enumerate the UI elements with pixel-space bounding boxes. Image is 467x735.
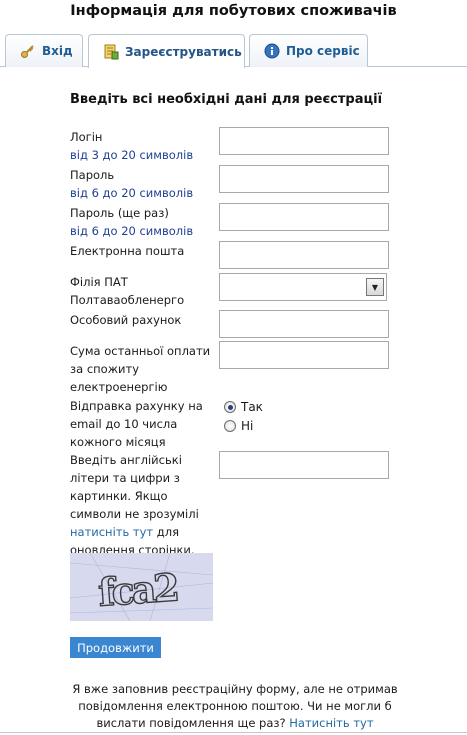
captcha-label-line5: натисніть тут для	[70, 523, 199, 541]
captcha-text: fca2	[97, 564, 179, 614]
resend-note-line3: вислати повідомлення ще раз? Натисніть т…	[60, 715, 410, 732]
form-heading: Введіть всі необхідні дані для реєстраці…	[70, 92, 383, 107]
resend-note-line1: Я вже заповнив реєстраційну форму, але н…	[72, 682, 398, 696]
tab-login[interactable]: Вхід	[5, 34, 83, 67]
tab-register-label: Зареєструватись	[125, 44, 242, 59]
radio-yes[interactable]	[224, 401, 236, 413]
tab-bar: Вхід Зареєструватись Про сервіс	[0, 34, 467, 68]
captcha-label-line3: картинки. Якщо	[70, 489, 168, 503]
resend-note-line2: повідомлення електронною поштою. Чи не м…	[78, 699, 392, 713]
info-icon	[264, 43, 280, 59]
password-repeat-label-block: Пароль (ще раз) від 6 до 20 символів	[70, 204, 193, 240]
branch-select[interactable]: ▼	[219, 273, 387, 301]
tab-register[interactable]: Зареєструватись	[88, 34, 245, 68]
email-bill-label-block: Відправка рахунку на email до 10 числа к…	[70, 397, 203, 451]
last-payment-label-line1: Сума останньої оплати	[70, 344, 211, 358]
email-bill-label-line3: кожного місяця	[70, 435, 166, 449]
login-label-block: Логін від 3 до 20 символів	[70, 128, 193, 164]
resend-link[interactable]: Натисніть тут	[289, 716, 373, 730]
account-label: Особовий рахунок	[70, 313, 182, 327]
password-hint: від 6 до 20 символів	[70, 186, 194, 200]
email-input[interactable]	[219, 241, 389, 269]
account-input[interactable]	[219, 310, 389, 338]
tab-about-label: Про сервіс	[286, 44, 360, 58]
captcha-label-block: Введіть англійські літери та цифри з кар…	[70, 451, 199, 559]
login-hint: від 3 до 20 символів	[70, 148, 194, 162]
submit-button[interactable]: Продовжити	[70, 637, 161, 658]
dropdown-arrow-icon[interactable]: ▼	[366, 278, 384, 296]
captcha-label-line4: символи не зрозумілі	[70, 507, 199, 521]
captcha-refresh-link[interactable]: натисніть тут	[70, 525, 153, 539]
radio-option-yes[interactable]: Так	[224, 400, 263, 414]
password-label-block: Пароль від 6 до 20 символів	[70, 166, 193, 202]
last-payment-label-block: Сума останньої оплати за спожиту електро…	[70, 342, 210, 396]
last-payment-input[interactable]	[219, 341, 389, 369]
tab-login-label: Вхід	[42, 44, 73, 58]
email-bill-label-line2: email до 10 числа	[70, 417, 178, 431]
branch-label-line2: Полтаваобленерго	[70, 293, 185, 307]
radio-no[interactable]	[224, 420, 236, 432]
radio-yes-label: Так	[241, 400, 263, 414]
radio-no-label: Ні	[241, 419, 254, 433]
resend-note: Я вже заповнив реєстраційну форму, але н…	[60, 681, 410, 732]
captcha-label-line5-rest: для	[153, 525, 179, 539]
captcha-image: fca2	[69, 552, 214, 622]
page-title: Інформація для побутових споживачів	[70, 3, 397, 19]
password-input[interactable]	[219, 165, 389, 193]
branch-label-line1: Філія ПАТ	[70, 275, 128, 289]
tab-about[interactable]: Про сервіс	[249, 34, 368, 67]
last-payment-label-line2: за спожиту	[70, 362, 140, 376]
password-label: Пароль	[70, 168, 115, 182]
resend-note-line3-text: вислати повідомлення ще раз?	[96, 716, 290, 730]
password-repeat-label: Пароль (ще раз)	[70, 206, 169, 220]
bottom-divider	[0, 732, 467, 733]
login-input[interactable]	[219, 127, 389, 155]
key-icon	[20, 43, 36, 59]
email-label: Електронна пошта	[70, 244, 185, 258]
password-repeat-hint: від 6 до 20 символів	[70, 224, 194, 238]
login-label: Логін	[70, 130, 103, 144]
email-bill-label-line1: Відправка рахунку на	[70, 399, 203, 413]
register-icon	[103, 44, 119, 60]
captcha-label-line2: літери та цифри з	[70, 471, 180, 485]
captcha-input[interactable]	[219, 451, 389, 479]
branch-label-block: Філія ПАТ Полтаваобленерго	[70, 273, 184, 309]
captcha-label-line1: Введіть англійські	[70, 453, 182, 467]
password-repeat-input[interactable]	[219, 203, 389, 231]
radio-option-no[interactable]: Ні	[224, 419, 253, 433]
last-payment-label-line3: електроенергію	[70, 380, 168, 394]
